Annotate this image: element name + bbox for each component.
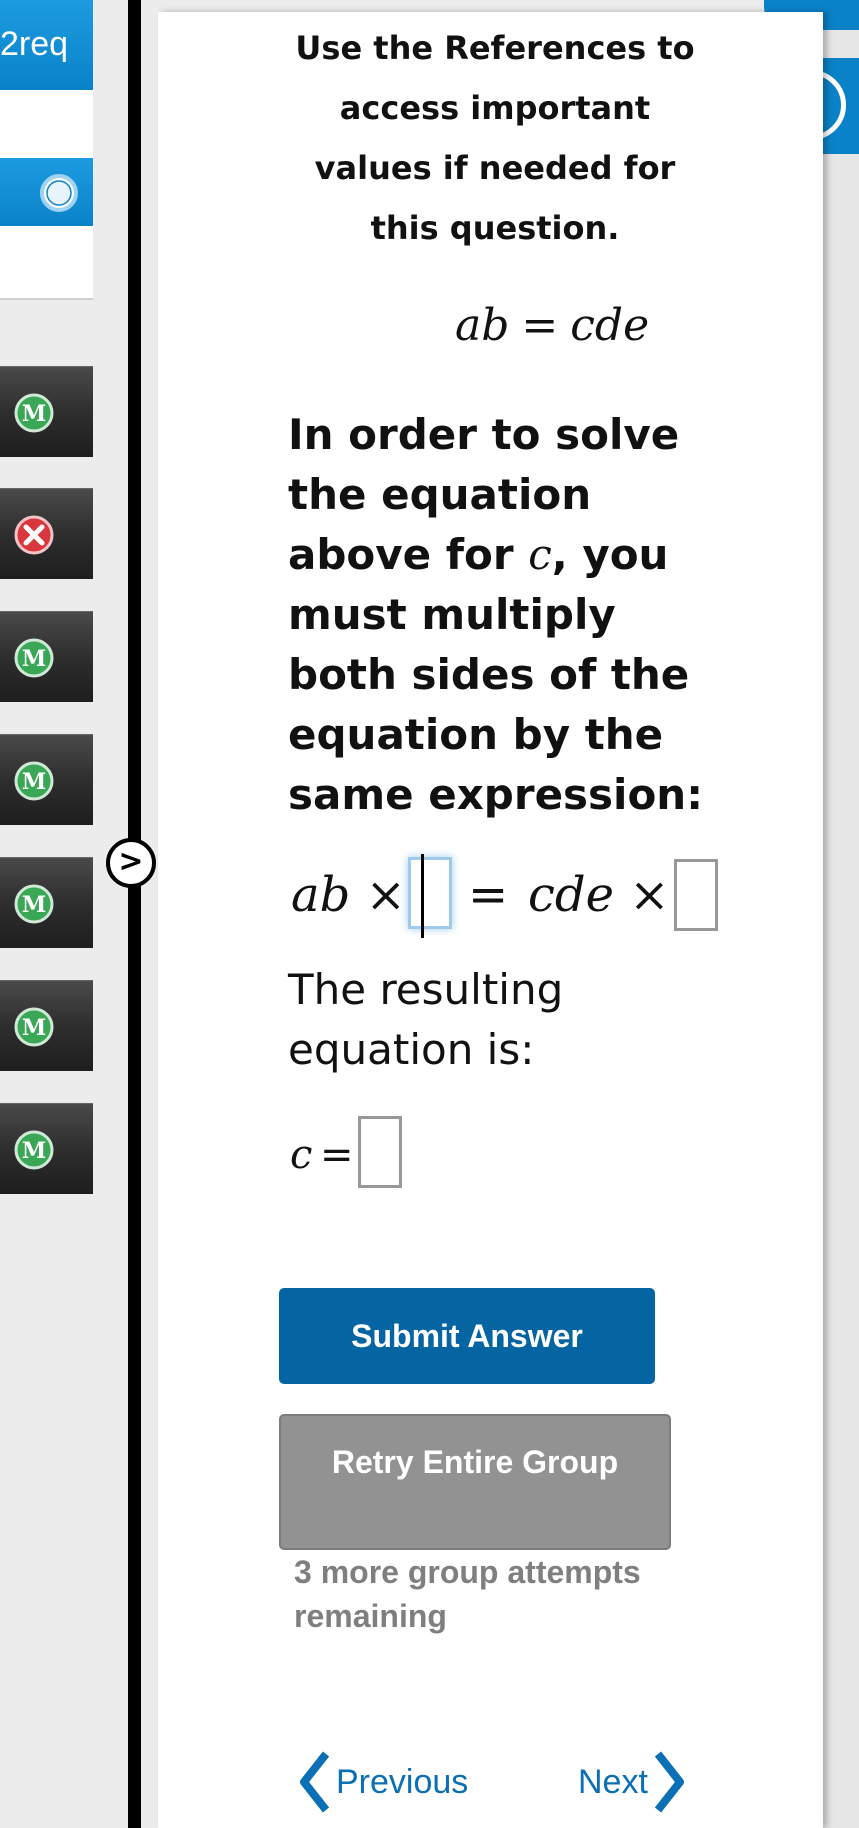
assignment-label[interactable]: 2req bbox=[0, 0, 93, 90]
mastered-badge-icon: M bbox=[14, 638, 54, 678]
mastered-badge-icon: M bbox=[14, 761, 54, 801]
mastered-badge-icon: M bbox=[14, 1007, 54, 1047]
sidebar-question-item[interactable]: M bbox=[0, 366, 93, 457]
multiply-equation: ab × = cde × bbox=[288, 854, 748, 938]
svg-text:M: M bbox=[22, 1015, 46, 1041]
expand-sidebar-button[interactable]: > bbox=[106, 838, 156, 888]
attempts-remaining: 3 more group attempts remaining bbox=[294, 1554, 641, 1634]
mastered-badge-icon: M bbox=[14, 1130, 54, 1170]
sidebar-divider bbox=[93, 0, 141, 1828]
svg-text:M: M bbox=[22, 401, 46, 427]
previous-label: Previous bbox=[336, 1763, 469, 1801]
mastered-badge-icon: M bbox=[14, 393, 54, 433]
given-equation: ab = cde bbox=[455, 300, 649, 351]
sidebar-resize-bar[interactable] bbox=[128, 0, 141, 1828]
submit-answer-button[interactable]: Submit Answer bbox=[279, 1288, 655, 1384]
c-equation: c = bbox=[288, 1116, 488, 1192]
right-multiplier-input[interactable] bbox=[674, 859, 718, 931]
result-label: The resulting equation is: bbox=[288, 965, 564, 1074]
svg-text:M: M bbox=[22, 892, 46, 918]
sidebar-question-item[interactable]: M bbox=[0, 857, 93, 948]
left-multiplier-input[interactable] bbox=[408, 854, 452, 938]
question-variable: c bbox=[528, 530, 552, 579]
sidebar-question-item[interactable]: M bbox=[0, 980, 93, 1071]
equation-equals: = bbox=[521, 300, 559, 351]
c-answer-input[interactable] bbox=[358, 1116, 402, 1188]
chevron-left-icon bbox=[300, 1751, 330, 1813]
chevron-right-icon bbox=[654, 1751, 684, 1813]
question-prompt: In order to solve the equation above for… bbox=[288, 405, 728, 825]
multiply-left: ab × bbox=[291, 867, 406, 923]
equation-left: ab bbox=[455, 300, 510, 351]
references-instruction: Use the References to access important v… bbox=[295, 29, 695, 247]
multiply-equals: = bbox=[468, 867, 509, 923]
svg-text:M: M bbox=[22, 1138, 46, 1164]
sidebar-current-item[interactable] bbox=[0, 158, 93, 226]
sidebar-question-item[interactable] bbox=[0, 488, 93, 579]
previous-button[interactable]: Previous bbox=[296, 1750, 468, 1814]
mastered-badge-icon: M bbox=[14, 884, 54, 924]
c-equals: = bbox=[320, 1132, 354, 1178]
sidebar-spacer bbox=[0, 226, 93, 300]
next-button[interactable]: Next bbox=[578, 1750, 684, 1814]
c-variable: c bbox=[290, 1132, 313, 1178]
multiply-right: cde × bbox=[528, 867, 670, 923]
svg-text:M: M bbox=[22, 646, 46, 672]
incorrect-badge-icon bbox=[14, 515, 54, 555]
retry-group-button[interactable]: Retry Entire Group bbox=[279, 1414, 671, 1550]
text-caret bbox=[421, 854, 424, 938]
sidebar-question-item[interactable]: M bbox=[0, 734, 93, 825]
sidebar-question-item[interactable]: M bbox=[0, 1103, 93, 1194]
sidebar-question-item[interactable]: M bbox=[0, 611, 93, 702]
right-gutter bbox=[823, 0, 859, 1828]
svg-text:M: M bbox=[22, 769, 46, 795]
sidebar-spacer bbox=[0, 90, 93, 158]
progress-ring-icon bbox=[40, 174, 78, 212]
question-sidebar: 2req M M M M M M bbox=[0, 0, 93, 1828]
equation-right: cde bbox=[570, 300, 650, 351]
next-label: Next bbox=[578, 1763, 648, 1801]
